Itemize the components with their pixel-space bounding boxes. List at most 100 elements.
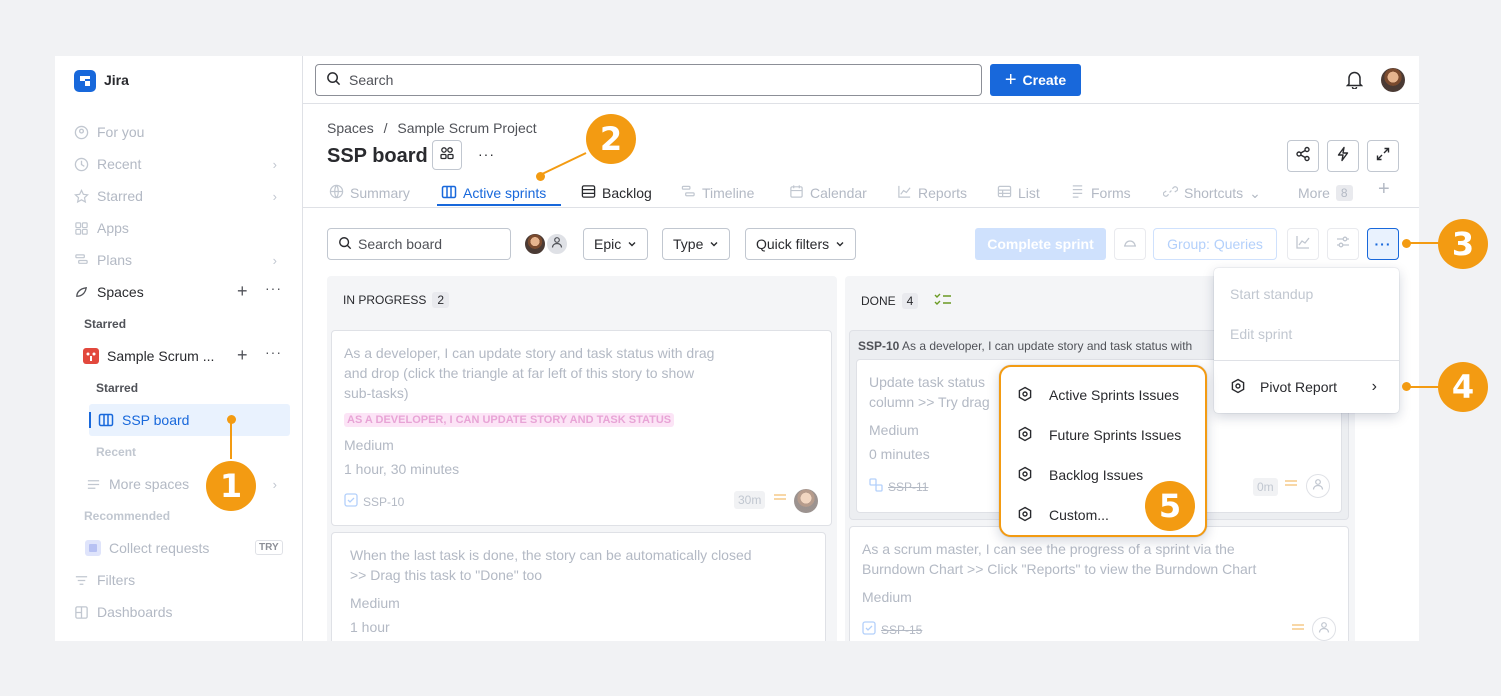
chart-icon [1295, 234, 1311, 255]
chevron-right-icon: › [272, 156, 277, 172]
card-key[interactable]: SSP-11 [869, 478, 928, 495]
story-checkbox-icon [862, 621, 876, 638]
recent-section-label: Recent [96, 445, 137, 459]
sidebar-item-collect-requests[interactable]: Collect requests TRY [85, 536, 287, 560]
sidebar-item-apps[interactable]: Apps [73, 216, 285, 240]
assignee-avatar[interactable] [523, 232, 547, 256]
create-button[interactable]: + Create [990, 64, 1081, 96]
user-avatar[interactable] [1381, 68, 1405, 92]
add-icon[interactable]: + [237, 345, 248, 366]
more-icon: ··· [1374, 236, 1392, 252]
sidebar-item-label: More spaces [109, 476, 190, 492]
card-key[interactable]: SSP-15 [862, 621, 922, 638]
issue-card[interactable]: As a scrum master, I can see the progres… [849, 526, 1349, 641]
sliders-icon [1335, 234, 1351, 255]
tab-summary[interactable]: Summary [329, 182, 410, 204]
tab-reports[interactable]: Reports [897, 182, 967, 204]
sidebar-item-label: Apps [97, 220, 129, 236]
unassigned-avatar[interactable] [1306, 474, 1330, 498]
tab-backlog[interactable]: Backlog [581, 182, 652, 204]
breadcrumb-project[interactable]: Sample Scrum Project [397, 120, 536, 136]
more-icon[interactable]: ··· [265, 280, 282, 296]
column-count: 2 [432, 292, 450, 308]
pivot-report-icon [1230, 378, 1246, 397]
breadcrumb-spaces[interactable]: Spaces [327, 120, 374, 136]
jira-logo-icon[interactable] [74, 70, 96, 92]
expand-icon [1375, 146, 1391, 167]
add-tab-icon[interactable]: + [1378, 178, 1390, 201]
menu-divider [1214, 360, 1399, 361]
priority-medium-icon [774, 494, 786, 496]
issue-card[interactable]: When the last task is done, the story ca… [331, 532, 826, 641]
sidebar-project-item[interactable]: Sample Scrum ... + ··· [83, 344, 285, 368]
tab-label: Active sprints [463, 185, 547, 201]
page-title: SSP board [327, 145, 428, 167]
card-summary: As a developer, I can update story and t… [344, 345, 715, 401]
notification-bell-icon[interactable] [1345, 70, 1364, 94]
table-icon [997, 184, 1012, 202]
more-count-badge: 8 [1335, 185, 1353, 201]
priority-medium-icon [1292, 624, 1304, 626]
card-priority: Medium [350, 595, 400, 611]
submenu-item-active-sprints-issues[interactable]: Active Sprints Issues [1001, 383, 1205, 407]
type-filter[interactable]: Type [662, 228, 731, 260]
unassigned-avatar[interactable] [1312, 617, 1336, 641]
sidebar-item-filters[interactable]: Filters [73, 568, 285, 592]
subtask-icon [869, 478, 883, 495]
quick-filters[interactable]: Quick filters [745, 228, 857, 260]
fullscreen-button[interactable] [1367, 140, 1399, 172]
unassigned-avatar[interactable] [545, 232, 569, 256]
card-key[interactable]: SSP-10 [344, 493, 404, 510]
search-board-input[interactable]: Search board [327, 228, 511, 260]
sidebar-item-recent[interactable]: Recent › [73, 152, 285, 176]
pivot-report-icon [1017, 426, 1033, 445]
sidebar-item-dashboards[interactable]: Dashboards [73, 600, 285, 624]
tab-more[interactable]: More 8 [1298, 182, 1353, 204]
sidebar-item-plans[interactable]: Plans › [73, 248, 285, 272]
sidebar-item-ssp-board[interactable]: SSP board [89, 404, 290, 436]
view-settings-button[interactable] [1327, 228, 1359, 260]
callout-badge-4: 4 [1438, 362, 1488, 412]
team-button[interactable] [432, 140, 462, 170]
menu-item-pivot-report[interactable]: Pivot Report › [1214, 375, 1399, 399]
tab-active-sprints[interactable]: Active sprints [441, 182, 546, 204]
group-by-button[interactable]: Group: Queries [1153, 228, 1277, 260]
card-assignee-avatar[interactable] [794, 489, 818, 513]
title-more-icon[interactable]: ··· [478, 146, 495, 162]
parent-summary[interactable]: SSP-10 As a developer, I can update stor… [858, 339, 1192, 353]
issue-card[interactable]: As a developer, I can update story and t… [331, 330, 832, 526]
insights-button[interactable] [1287, 228, 1319, 260]
sidebar-item-label: Filters [97, 572, 136, 588]
clock-icon [73, 156, 89, 172]
tab-calendar[interactable]: Calendar [789, 182, 867, 204]
tab-shortcuts[interactable]: Shortcuts ⌄ [1162, 182, 1261, 204]
more-icon[interactable]: ··· [265, 344, 282, 360]
backlog-icon [581, 184, 596, 202]
complete-sprint-button[interactable]: Complete sprint [975, 228, 1106, 260]
sidebar-item-starred[interactable]: Starred › [73, 184, 285, 208]
app-name[interactable]: Jira [104, 72, 129, 88]
more-actions-button[interactable]: ··· [1367, 228, 1399, 260]
chevron-down-icon [627, 236, 637, 252]
share-icon [1295, 146, 1311, 167]
automation-button[interactable] [1327, 140, 1359, 172]
tab-list[interactable]: List [997, 182, 1040, 204]
calendar-icon [789, 184, 804, 202]
menu-item-edit-sprint[interactable]: Edit sprint [1214, 322, 1399, 346]
epic-filter[interactable]: Epic [583, 228, 649, 260]
sidebar-item-spaces[interactable]: Spaces + ··· [73, 280, 285, 304]
create-label: Create [1022, 72, 1067, 88]
share-button[interactable] [1287, 140, 1319, 172]
time-badge: 30m [734, 491, 766, 509]
add-space-icon[interactable]: + [237, 281, 248, 302]
tab-timeline[interactable]: Timeline [681, 182, 754, 204]
menu-item-start-standup[interactable]: Start standup [1214, 282, 1399, 306]
standup-button[interactable] [1114, 228, 1146, 260]
tab-forms[interactable]: Forms [1070, 182, 1131, 204]
epic-lozenge: AS A DEVELOPER, I CAN UPDATE STORY AND T… [344, 410, 675, 428]
story-checkbox-icon [344, 493, 358, 510]
search-input[interactable]: Search [315, 64, 982, 96]
sidebar-item-for-you[interactable]: For you [73, 120, 285, 144]
card-estimate: 1 hour [350, 619, 390, 635]
submenu-item-future-sprints-issues[interactable]: Future Sprints Issues [1001, 423, 1205, 447]
